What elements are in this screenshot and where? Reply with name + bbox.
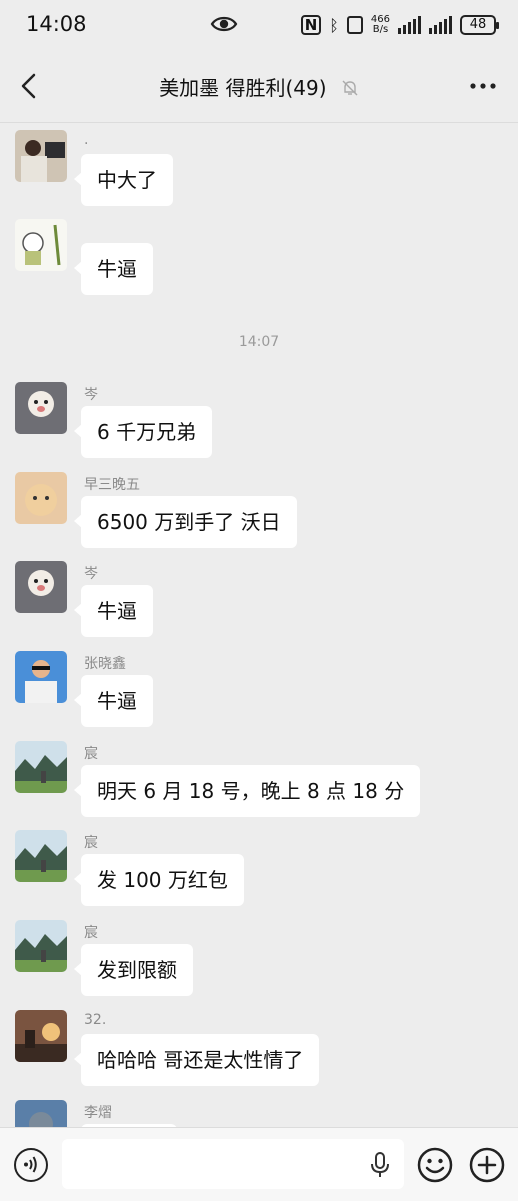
vibrate-icon: [346, 16, 363, 34]
plus-circle-icon[interactable]: [469, 1147, 505, 1183]
more-dots-icon[interactable]: [468, 74, 498, 98]
sender-name: 宸: [84, 925, 98, 941]
sender-name: 宸: [84, 835, 98, 851]
bluetooth-icon: ᛒ: [329, 15, 339, 35]
status-icons: N ᛒ 466 B/s 48: [300, 12, 499, 38]
message-bubble[interactable]: 哈哈哈 哥还是太性情了: [73, 1034, 320, 1086]
eye-icon: [210, 16, 238, 32]
nfc-icon: N: [300, 15, 322, 35]
chat-title: 美加墨 得胜利(49): [159, 76, 327, 100]
message-bubble[interactable]: 牛逼: [74, 585, 153, 637]
voice-wave-icon[interactable]: [14, 1148, 48, 1182]
sender-name: 李熠: [84, 1105, 112, 1121]
sender-name: 岑: [84, 566, 98, 582]
sender-name: 张晓鑫: [84, 656, 126, 672]
status-bar: 14:08 N ᛒ 466 B/s 48: [0, 0, 518, 50]
avatar[interactable]: [15, 1100, 67, 1127]
avatar[interactable]: [15, 651, 67, 703]
microphone-icon[interactable]: [370, 1152, 390, 1178]
status-time: 14:08: [26, 12, 87, 36]
message-bubble[interactable]: 发到限额: [74, 944, 193, 996]
message-bubble[interactable]: 牛逼: [74, 243, 153, 295]
battery-icon: 48: [460, 15, 499, 35]
avatar[interactable]: [15, 382, 67, 434]
avatar[interactable]: [15, 561, 67, 613]
message-input[interactable]: [62, 1139, 404, 1189]
net-speed: 466 B/s: [371, 15, 390, 35]
message-bubble[interactable]: 发 100 万红包: [74, 854, 244, 906]
signal-2-icon: [429, 16, 452, 34]
message-bubble[interactable]: 牛逼: [74, 675, 153, 727]
chat-title-wrap[interactable]: 美加墨 得胜利(49): [0, 72, 518, 101]
bell-off-icon: [342, 80, 358, 96]
avatar[interactable]: [15, 830, 67, 882]
message-bubble[interactable]: 6500 万到手了 沃日: [74, 496, 297, 548]
chat-list[interactable]: . 中大了 牛逼 14:07 岑 6 千万兄弟 早三晚五 6500 万到手了 沃…: [0, 123, 518, 1127]
sender-name: 宸: [84, 746, 98, 762]
avatar[interactable]: [15, 1010, 67, 1062]
input-bar: [0, 1127, 518, 1201]
sender-name: 早三晚五: [84, 477, 140, 493]
time-separator: 14:07: [238, 334, 280, 350]
chat-header: 美加墨 得胜利(49): [0, 50, 518, 123]
avatar[interactable]: [15, 130, 67, 182]
signal-icon: [398, 16, 421, 34]
avatar[interactable]: [15, 472, 67, 524]
message-bubble[interactable]: 6 千万兄弟: [73, 406, 213, 458]
sender-name: 岑: [84, 387, 98, 403]
avatar[interactable]: [15, 920, 67, 972]
message-bubble[interactable]: 中大了: [74, 154, 173, 206]
smiley-icon[interactable]: [417, 1147, 453, 1183]
message-bubble[interactable]: 明天 6 月 18 号，晚上 8 点 18 分: [73, 765, 421, 817]
sender-name: .: [84, 132, 89, 148]
net-speed-unit: B/s: [372, 24, 389, 35]
avatar[interactable]: [15, 741, 67, 793]
sender-name: 32.: [84, 1012, 107, 1028]
avatar[interactable]: [15, 219, 67, 271]
voice-wave-glyph: [24, 1156, 37, 1173]
